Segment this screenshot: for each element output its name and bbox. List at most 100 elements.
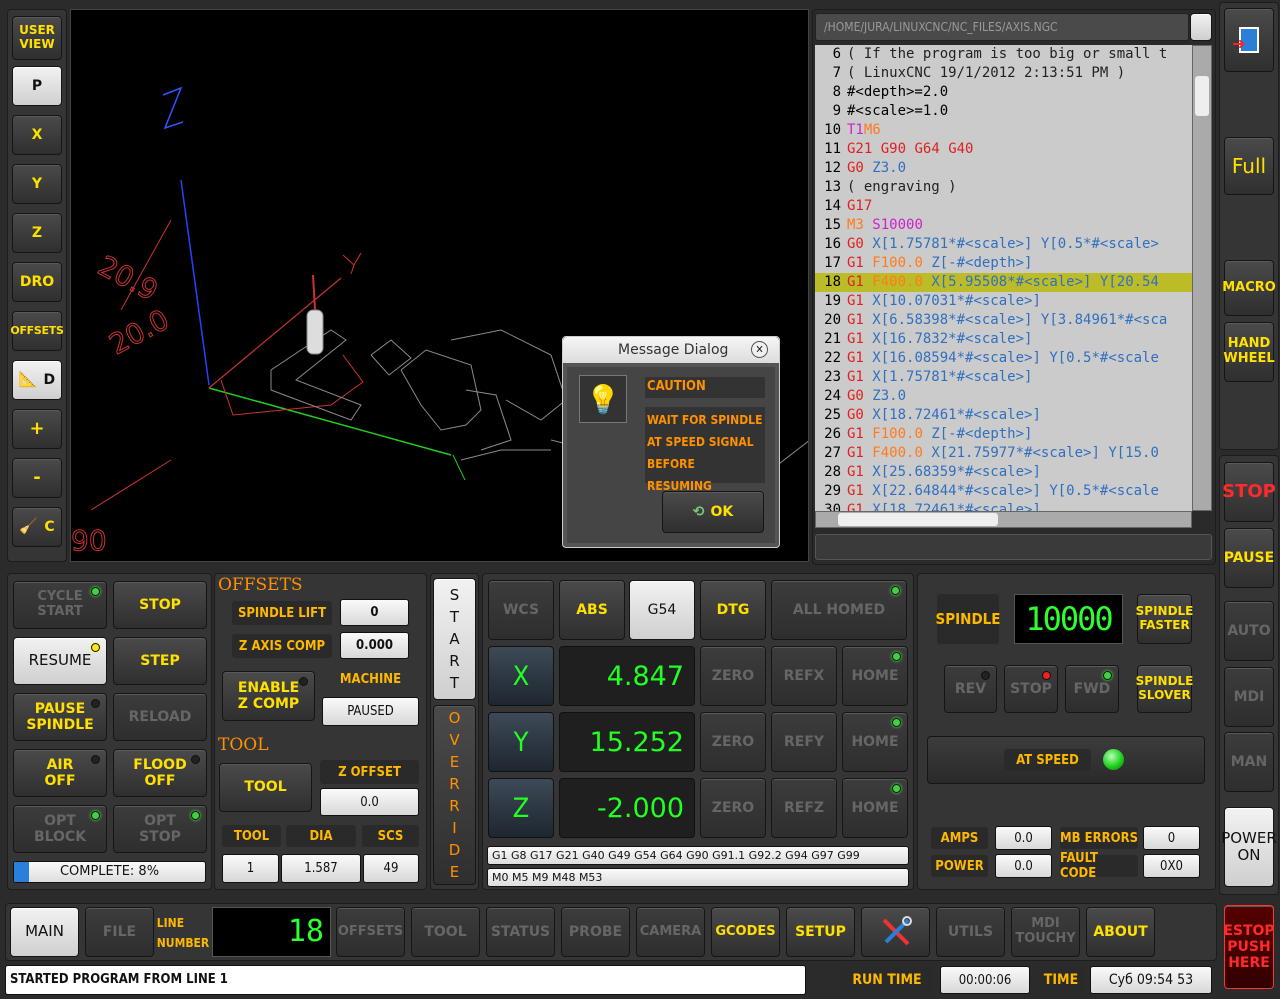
z-axis-comp-value[interactable]: 0.000 — [340, 632, 409, 659]
mdi-mode-button[interactable]: MDI — [1224, 667, 1274, 727]
tool-button[interactable]: TOOL — [219, 763, 312, 812]
pause-spindle-button[interactable]: PAUSE SPINDLE — [13, 693, 107, 741]
spindle-slower-button[interactable]: SPINDLE SLOVER — [1136, 665, 1193, 713]
y-axis-button[interactable]: Y — [488, 712, 554, 772]
gcode-horizontal-scrollbar[interactable] — [815, 511, 1192, 528]
tab-about[interactable]: ABOUT — [1086, 907, 1155, 957]
abs-button[interactable]: ABS — [559, 580, 625, 640]
stop-program-button[interactable]: STOP — [1222, 462, 1276, 522]
gcode-line[interactable]: 30 G1 X[18.72461*#<scale>] — [815, 501, 1192, 511]
file-path-field[interactable]: /HOME/JURA/LINUXCNC/NC_FILES/AXIS.NGC — [815, 13, 1189, 41]
ref-y-button[interactable]: REFY — [771, 712, 837, 772]
dialog-close-icon[interactable]: ✕ — [751, 341, 768, 358]
clear-plot-button[interactable]: 🧹 C — [12, 507, 62, 547]
view-p-button[interactable]: P — [12, 66, 62, 106]
spindle-rev-button[interactable]: REV — [944, 665, 997, 713]
gcode-line[interactable]: 24 G0 Z3.0 — [815, 387, 1192, 406]
gcode-line[interactable]: 14 G17 — [815, 197, 1192, 216]
gcode-line[interactable]: 9 #<scale>=1.0 — [815, 102, 1192, 121]
flood-off-button[interactable]: FLOOD OFF — [113, 749, 207, 797]
manual-mode-button[interactable]: MAN — [1224, 732, 1274, 792]
tab-camera[interactable]: CAMERA — [636, 907, 705, 957]
spindle-fwd-button[interactable]: FWD — [1065, 665, 1119, 713]
view-dro-button[interactable]: DRO — [12, 262, 62, 302]
tab-offsets[interactable]: OFFSETS — [336, 907, 405, 957]
gcode-line[interactable]: 6( If the program is too big or small t — [815, 45, 1192, 64]
pause-program-button[interactable]: PAUSE — [1224, 528, 1274, 588]
scroll-thumb[interactable] — [1195, 76, 1209, 116]
zero-y-button[interactable]: ZERO — [700, 712, 766, 772]
gcode-line[interactable]: 21 G1 X[16.7832*#<scale>] — [815, 330, 1192, 349]
gcode-vertical-scrollbar[interactable] — [1192, 45, 1212, 511]
dialog-ok-button[interactable]: ⟲ OK — [662, 491, 764, 533]
tab-main[interactable]: MAIN — [10, 907, 79, 957]
gcode-line[interactable]: 12 G0 Z3.0 — [815, 159, 1192, 178]
file-menu-button[interactable] — [1190, 13, 1212, 41]
zero-x-button[interactable]: ZERO — [700, 646, 766, 706]
gcode-line[interactable]: 8 #<depth>=2.0 — [815, 83, 1192, 102]
gcode-line[interactable]: 18 G1 F400.0 X[5.95508*#<scale>] Y[20.54 — [815, 273, 1192, 292]
exit-button[interactable]: ➜ — [1224, 8, 1274, 72]
gcode-line[interactable]: 29 G1 X[22.64844*#<scale>] Y[0.5*#<scale — [815, 482, 1192, 501]
override-button[interactable]: OVERRIDE — [433, 705, 476, 885]
gcode-listing[interactable]: 6( If the program is too big or small t7… — [815, 45, 1192, 511]
auto-mode-button[interactable]: AUTO — [1224, 601, 1274, 661]
mdi-entry-field[interactable] — [815, 534, 1212, 560]
tab-mdi-touchy[interactable]: MDI TOUCHY — [1011, 907, 1080, 957]
gcode-line[interactable]: 17 G1 F100.0 Z[-#<depth>] — [815, 254, 1192, 273]
home-y-button[interactable]: HOME — [842, 712, 908, 772]
gcode-line[interactable]: 10 T1M6 — [815, 121, 1192, 140]
zero-z-button[interactable]: ZERO — [700, 778, 766, 838]
opt-block-button[interactable]: OPT BLOCK — [13, 805, 107, 853]
gcode-line[interactable]: 25 G0 X[18.72461*#<scale>] — [815, 406, 1192, 425]
gcode-line[interactable]: 26 G1 F100.0 Z[-#<depth>] — [815, 425, 1192, 444]
home-z-button[interactable]: HOME — [842, 778, 908, 838]
reload-button[interactable]: RELOAD — [113, 693, 207, 741]
gcode-line[interactable]: 15 M3 S10000 — [815, 216, 1192, 235]
hand-wheel-button[interactable]: HAND WHEEL — [1223, 322, 1275, 382]
power-on-button[interactable]: POWER ON — [1221, 807, 1277, 887]
spindle-faster-button[interactable]: SPINDLE FASTER — [1136, 594, 1193, 644]
tab-utils[interactable]: UTILS — [936, 907, 1005, 957]
view-offsets-button[interactable]: OFFSETS — [10, 311, 64, 351]
macro-button[interactable]: MACRO — [1222, 260, 1276, 316]
gcode-line[interactable]: 11 G21 G90 G64 G40 — [815, 140, 1192, 159]
zoom-out-button[interactable]: - — [12, 458, 62, 498]
spindle-stop-button[interactable]: STOP — [1004, 665, 1058, 713]
gcode-line[interactable]: 23 G1 X[1.75781*#<scale>] — [815, 368, 1192, 387]
z-offset-value[interactable]: 0.0 — [320, 788, 419, 816]
view-x-button[interactable]: X — [12, 115, 62, 155]
x-axis-button[interactable]: X — [488, 646, 554, 706]
tab-probe[interactable]: PROBE — [561, 907, 630, 957]
home-x-button[interactable]: HOME — [842, 646, 908, 706]
gcode-line[interactable]: 19 G1 X[10.07031*#<scale>] — [815, 292, 1192, 311]
start-button[interactable]: START — [433, 578, 476, 700]
tab-tool[interactable]: TOOL — [411, 907, 480, 957]
tab-setup[interactable]: SETUP — [786, 907, 855, 957]
gcode-line[interactable]: 20 G1 X[6.58398*#<scale>] Y[3.84961*#<sca — [815, 311, 1192, 330]
gcode-line[interactable]: 27 G1 F400.0 X[21.75977*#<scale>] Y[15.0 — [815, 444, 1192, 463]
ref-z-button[interactable]: REFZ — [771, 778, 837, 838]
spindle-lift-value[interactable]: 0 — [340, 599, 409, 626]
tab-gcodes[interactable]: GCODES — [711, 907, 780, 957]
enable-zcomp-button[interactable]: ENABLE Z COMP — [222, 671, 315, 721]
gcode-line[interactable]: 16 G0 X[1.75781*#<scale>] Y[0.5*#<scale> — [815, 235, 1192, 254]
estop-button[interactable]: ESTOP PUSH HERE — [1223, 905, 1275, 989]
step-button[interactable]: STEP — [113, 637, 207, 685]
air-off-button[interactable]: AIR OFF — [13, 749, 107, 797]
hscroll-thumb[interactable] — [838, 513, 998, 526]
full-screen-button[interactable]: Full — [1224, 137, 1274, 195]
ref-x-button[interactable]: REFX — [771, 646, 837, 706]
gcode-line[interactable]: 7( LinuxCNC 19/1/2012 2:13:51 PM ) — [815, 64, 1192, 83]
dtg-button[interactable]: DTG — [700, 580, 766, 640]
resume-button[interactable]: RESUME — [13, 637, 107, 685]
gcode-line[interactable]: 28 G1 X[25.68359*#<scale>] — [815, 463, 1192, 482]
zoom-in-button[interactable]: + — [12, 409, 62, 449]
gcode-line[interactable]: 22 G1 X[16.08594*#<scale>] Y[0.5*#<scale — [815, 349, 1192, 368]
tab-file[interactable]: FILE — [85, 907, 154, 957]
z-axis-button[interactable]: Z — [488, 778, 554, 838]
tab-tools-icon[interactable] — [861, 907, 930, 957]
opt-stop-button[interactable]: OPT STOP — [113, 805, 207, 853]
view-z-button[interactable]: Z — [12, 213, 62, 253]
cycle-start-button[interactable]: CYCLE START — [13, 581, 107, 629]
